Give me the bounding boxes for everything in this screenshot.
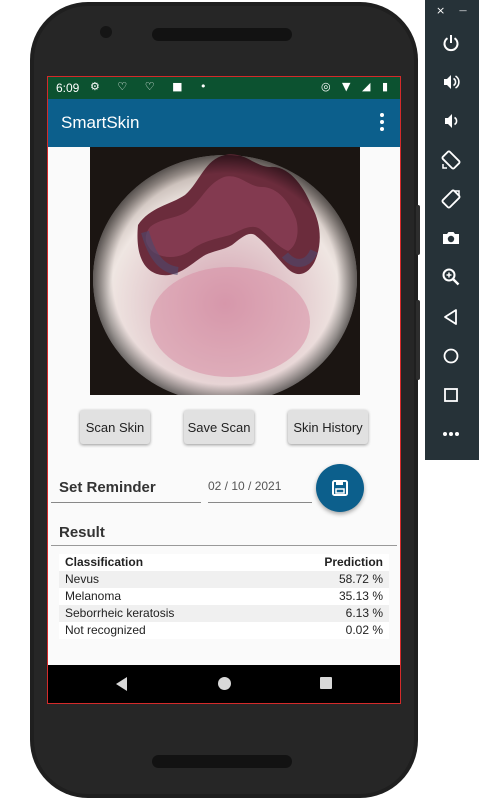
table-header: Classification Prediction	[59, 554, 389, 571]
table-row: Not recognized 0.02 %	[59, 622, 389, 639]
row-value: 0.02 %	[345, 623, 383, 637]
status-time: 6:09	[56, 81, 80, 95]
home-icon[interactable]	[218, 677, 231, 690]
scan-skin-button[interactable]: Scan Skin	[80, 410, 150, 444]
table-row: Nevus 58.72 %	[59, 571, 389, 588]
row-label: Seborrheic keratosis	[65, 606, 175, 620]
row-value: 6.13 %	[345, 606, 383, 620]
save-reminder-button[interactable]	[316, 464, 364, 512]
recent-apps-icon[interactable]	[320, 677, 332, 689]
table-row: Melanoma 35.13 %	[59, 588, 389, 605]
bottom-speaker	[152, 755, 292, 768]
back-icon[interactable]	[116, 677, 127, 691]
power-side-button	[416, 205, 420, 255]
skin-scan-image	[90, 147, 360, 395]
system-status-icons: ◎ ▼ ◢ ▮	[320, 80, 392, 93]
more-icon[interactable]	[438, 421, 464, 447]
save-scan-button[interactable]: Save Scan	[184, 410, 254, 444]
result-divider	[51, 545, 397, 546]
result-heading: Result	[59, 524, 105, 541]
prediction-header: Prediction	[324, 555, 383, 569]
app-bar: SmartSkin	[48, 99, 400, 147]
overflow-menu-icon[interactable]	[380, 113, 386, 133]
row-value: 58.72 %	[338, 572, 383, 586]
status-bar: 6:09 ⚙ ♡ ♡ ■ • ◎ ▼ ◢ ▮	[48, 77, 400, 99]
top-speaker	[152, 28, 292, 41]
table-row: Seborrheic keratosis 6.13 %	[59, 605, 389, 622]
reminder-date-field[interactable]	[208, 479, 312, 493]
save-icon	[332, 480, 348, 496]
volume-side-button	[416, 300, 420, 380]
home-icon[interactable]	[438, 343, 464, 369]
row-label: Nevus	[65, 572, 100, 586]
set-reminder-label: Set Reminder	[59, 479, 156, 496]
minimize-window-icon[interactable]: —	[459, 6, 467, 15]
notification-icons: ⚙ ♡ ♡ ■ •	[90, 80, 214, 93]
close-window-icon[interactable]: ×	[436, 4, 445, 17]
result-table: Classification Prediction Nevus 58.72 % …	[59, 554, 389, 639]
volume-down-icon[interactable]	[438, 108, 464, 134]
rotate-right-icon[interactable]	[438, 186, 464, 212]
app-title: SmartSkin	[61, 113, 140, 132]
back-icon[interactable]	[438, 304, 464, 330]
app-screen: 6:09 ⚙ ♡ ♡ ■ • ◎ ▼ ◢ ▮ SmartSkin Scan Sk…	[47, 76, 401, 704]
emulator-toolbar: × —	[425, 0, 479, 460]
volume-up-icon[interactable]	[438, 69, 464, 95]
skin-history-button[interactable]: Skin History	[288, 410, 368, 444]
window-controls: × —	[425, 4, 479, 22]
skin-lesion-photo	[90, 147, 360, 395]
date-underline	[208, 502, 312, 503]
row-label: Melanoma	[65, 589, 122, 603]
reminder-underline	[51, 502, 201, 503]
classification-header: Classification	[65, 555, 144, 569]
rotate-left-icon[interactable]	[438, 147, 464, 173]
row-label: Not recognized	[65, 623, 146, 637]
zoom-icon[interactable]	[438, 264, 464, 290]
navigation-bar	[48, 665, 400, 703]
front-camera	[100, 26, 112, 38]
overview-icon[interactable]	[438, 382, 464, 408]
row-value: 35.13 %	[338, 589, 383, 603]
camera-icon[interactable]	[438, 225, 464, 251]
power-icon[interactable]	[438, 30, 464, 56]
